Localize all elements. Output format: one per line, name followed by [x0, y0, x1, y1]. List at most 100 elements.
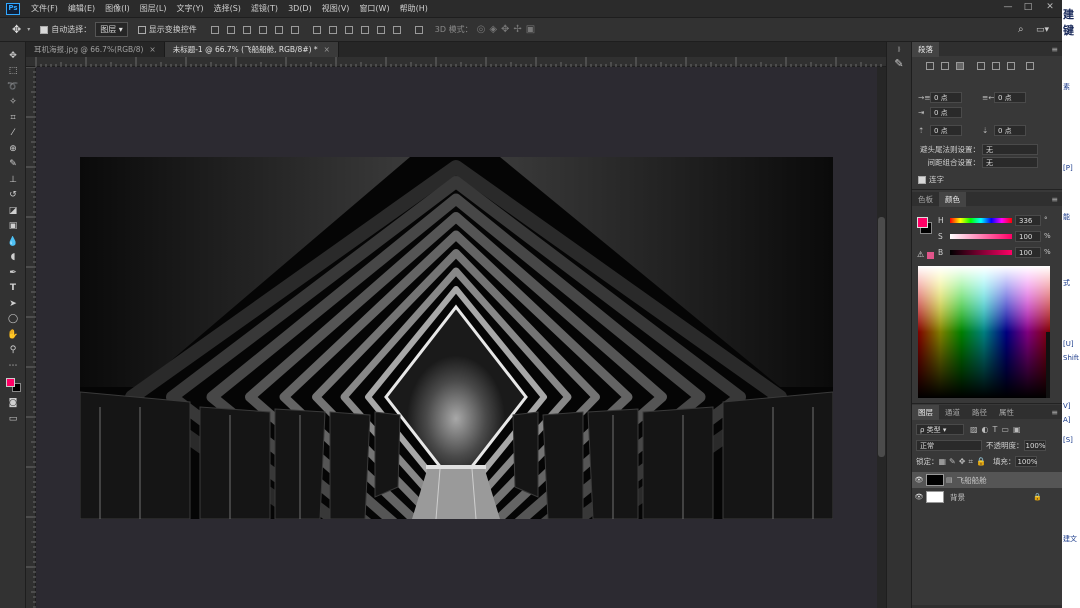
align-hcenter-icon[interactable] — [274, 25, 283, 34]
tab-swatches[interactable]: 色板 — [912, 192, 939, 207]
collapse-icon[interactable]: ⟫ — [887, 46, 911, 53]
align-bottom-icon[interactable] — [242, 25, 251, 34]
close-tab-icon[interactable]: × — [149, 45, 155, 54]
layer-filter-icons[interactable]: ▨◐T▭▣ — [970, 425, 1025, 434]
distribute-vcenter-icon[interactable] — [328, 25, 337, 34]
gamut-swatch[interactable] — [927, 252, 934, 259]
align-top-icon[interactable] — [210, 25, 219, 34]
hand-tool-icon[interactable]: ✋ — [0, 327, 26, 343]
align-center-text-icon[interactable] — [941, 62, 949, 70]
indent-left-field[interactable]: 0 点 — [930, 92, 962, 103]
zoom-tool-icon[interactable]: ⚲ — [0, 343, 26, 359]
workspace-icon[interactable]: ▭▾ — [1036, 25, 1049, 35]
align-right-icon[interactable] — [290, 25, 299, 34]
space-after-field[interactable]: 0 点 — [994, 125, 1026, 136]
history-brush-tool-icon[interactable]: ↺ — [0, 188, 26, 204]
menu-file[interactable]: 文件(F) — [26, 3, 63, 14]
saturation-field[interactable]: 100 — [1015, 231, 1041, 242]
justify-last-center-icon[interactable] — [992, 62, 1000, 70]
menu-select[interactable]: 选择(S) — [209, 3, 246, 14]
spacing-dropdown[interactable]: 无 — [982, 157, 1038, 168]
gradient-tool-icon[interactable]: ▣ — [0, 219, 26, 235]
layer-row-background[interactable]: 👁 背景 🔒 — [912, 489, 1062, 505]
tab-earphone-poster[interactable]: 耳机海报.jpg @ 66.7%(RGB/8) × — [26, 42, 165, 57]
fill-field[interactable]: 100% — [1015, 456, 1037, 467]
hue-field[interactable]: 336 — [1015, 215, 1041, 226]
distribute-top-icon[interactable] — [312, 25, 321, 34]
tab-untitled-1[interactable]: 未标题-1 @ 66.7% (飞船船舱, RGB/8#) * × — [164, 42, 339, 57]
menu-3d[interactable]: 3D(D) — [283, 4, 317, 13]
indent-first-line-field[interactable]: 0 点 — [930, 107, 962, 118]
screen-mode-icon[interactable]: ▭ — [0, 411, 26, 427]
tool-preset-chevron-icon[interactable]: ▾ — [27, 26, 30, 33]
layer-row-spaceship[interactable]: 👁 ▤ 飞船船舱 — [912, 472, 1062, 488]
menu-type[interactable]: 文字(Y) — [171, 3, 208, 14]
align-left-text-icon[interactable] — [926, 62, 934, 70]
tab-channels[interactable]: 通道 — [939, 405, 966, 420]
distribute-right-icon[interactable] — [392, 25, 401, 34]
hyphenate-checkbox[interactable] — [918, 175, 926, 184]
tab-properties[interactable]: 属性 — [993, 405, 1020, 420]
opacity-field[interactable]: 100% — [1023, 440, 1046, 451]
visibility-eye-icon[interactable]: 👁 — [912, 493, 926, 501]
menu-layer[interactable]: 图层(L) — [135, 3, 172, 14]
blur-tool-icon[interactable]: 💧 — [0, 234, 26, 250]
menu-image[interactable]: 图像(I) — [100, 3, 135, 14]
magic-wand-tool-icon[interactable]: ✧ — [0, 95, 26, 111]
color-spectrum[interactable] — [918, 266, 1050, 398]
move-tool-icon[interactable]: ✥ — [0, 48, 26, 64]
move-tool-icon[interactable]: ✥ — [12, 23, 21, 36]
menu-edit[interactable]: 编辑(E) — [63, 3, 100, 14]
marquee-tool-icon[interactable]: ⬚ — [0, 64, 26, 80]
gamut-warning-icon[interactable]: ⚠ — [917, 250, 924, 259]
panel-menu-icon[interactable]: ≡ — [1051, 45, 1058, 54]
auto-align-icon[interactable] — [414, 25, 423, 34]
align-right-text-icon[interactable] — [956, 62, 964, 70]
type-tool-icon[interactable]: T — [0, 281, 26, 297]
tab-layers[interactable]: 图层 — [912, 404, 939, 420]
scrollbar-thumb[interactable] — [878, 217, 885, 457]
justify-last-right-icon[interactable] — [1007, 62, 1015, 70]
hue-slider[interactable] — [950, 218, 1012, 223]
kinsoku-dropdown[interactable]: 无 — [982, 144, 1038, 155]
3d-mode-icons[interactable]: ◎◈✥✢▣ — [477, 24, 540, 35]
brightness-field[interactable]: 100 — [1015, 247, 1041, 258]
distribute-bottom-icon[interactable] — [344, 25, 353, 34]
tab-paths[interactable]: 路径 — [966, 405, 993, 420]
stamp-tool-icon[interactable]: ⊥ — [0, 172, 26, 188]
distribute-left-icon[interactable] — [360, 25, 369, 34]
layer-filter-dropdown[interactable]: ρ 类型 ▾ — [916, 424, 964, 435]
foreground-color-swatch[interactable] — [6, 377, 15, 387]
brush-settings-icon[interactable]: ✎ — [887, 57, 911, 70]
shape-tool-icon[interactable]: ◯ — [0, 312, 26, 328]
eyedropper-tool-icon[interactable]: ⁄ — [0, 126, 26, 142]
path-select-tool-icon[interactable]: ➤ — [0, 296, 26, 312]
visibility-eye-icon[interactable]: 👁 — [912, 476, 926, 484]
quick-mask-icon[interactable]: ◙ — [0, 396, 26, 412]
show-transform-checkbox[interactable] — [137, 25, 146, 34]
brightness-slider[interactable] — [950, 250, 1012, 255]
align-vcenter-icon[interactable] — [226, 25, 235, 34]
lasso-tool-icon[interactable]: ➰ — [0, 79, 26, 95]
menu-window[interactable]: 窗口(W) — [354, 3, 394, 14]
lock-icons[interactable]: ▦✎✥⌗🔒 — [939, 457, 989, 467]
blend-mode-dropdown[interactable]: 正常 — [916, 440, 982, 451]
justify-all-icon[interactable] — [1026, 62, 1034, 70]
maximize-button[interactable]: □ — [1018, 0, 1038, 14]
menu-help[interactable]: 帮助(H) — [395, 3, 433, 14]
search-icon[interactable]: ⌕ — [1018, 24, 1024, 35]
panel-menu-icon[interactable]: ≡ — [1051, 408, 1058, 417]
healing-brush-tool-icon[interactable]: ⊕ — [0, 141, 26, 157]
space-before-field[interactable]: 0 点 — [930, 125, 962, 136]
brush-tool-icon[interactable]: ✎ — [0, 157, 26, 173]
menu-filter[interactable]: 滤镜(T) — [246, 3, 283, 14]
indent-right-field[interactable]: 0 点 — [994, 92, 1026, 103]
close-tab-icon[interactable]: × — [324, 45, 330, 54]
dodge-tool-icon[interactable]: ◖ — [0, 250, 26, 266]
auto-select-checkbox[interactable] — [40, 25, 49, 34]
tab-color[interactable]: 颜色 — [939, 191, 966, 207]
auto-select-dropdown[interactable]: 图层 ▾ — [95, 22, 128, 37]
eraser-tool-icon[interactable]: ◪ — [0, 203, 26, 219]
justify-last-left-icon[interactable] — [977, 62, 985, 70]
tab-paragraph[interactable]: 段落 — [912, 41, 939, 57]
